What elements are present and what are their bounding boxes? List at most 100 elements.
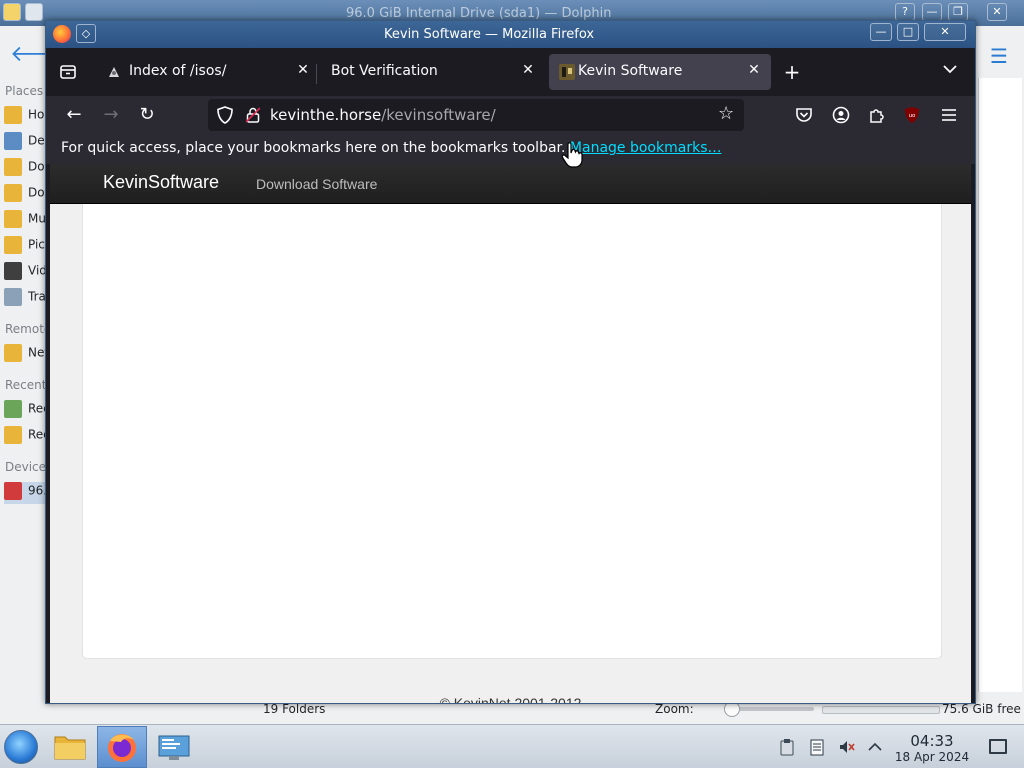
dolphin-help-button[interactable]: ? — [895, 3, 915, 21]
firefox-window: ◇ Kevin Software — Mozilla Firefox — □ ✕… — [45, 20, 976, 704]
firefox-logo-icon — [53, 25, 71, 43]
site-brand[interactable]: KevinSoftware — [103, 172, 219, 193]
place-folder-icon — [4, 482, 22, 500]
places-item-recent-0[interactable]: Recent Files — [4, 400, 48, 422]
tab-label: Bot Verification — [331, 63, 438, 79]
clock-time: 04:33 — [910, 732, 954, 750]
tray-expand-icon[interactable] — [866, 738, 884, 756]
place-folder-icon — [4, 426, 22, 444]
places-item-remote-0[interactable]: Network — [4, 344, 48, 366]
firefox-view-icon[interactable] — [58, 62, 78, 82]
app-menu-icon[interactable] — [937, 103, 961, 127]
place-folder-icon — [4, 210, 22, 228]
dolphin-file-view[interactable] — [978, 78, 1022, 692]
place-folder-icon — [4, 132, 22, 150]
places-item-places-4[interactable]: Music — [4, 210, 48, 232]
tab-kevin-software[interactable]: Kevin Software ✕ — [549, 54, 771, 90]
manage-bookmarks-link[interactable]: Manage bookmarks… — [570, 140, 722, 156]
folder-index-icon — [109, 67, 119, 77]
list-all-tabs-icon[interactable] — [942, 61, 958, 81]
firefox-icon — [108, 734, 136, 762]
dolphin-close-button[interactable]: ✕ — [987, 3, 1007, 21]
svg-text:uo: uo — [909, 113, 916, 119]
kevin-favicon-icon — [559, 64, 575, 80]
place-folder-icon — [4, 236, 22, 254]
settings-monitor-icon — [158, 735, 190, 760]
places-item-places-1[interactable]: Desktop — [4, 132, 48, 154]
notes-icon[interactable] — [808, 738, 826, 756]
account-icon[interactable] — [829, 103, 853, 127]
places-item-places-6[interactable]: Videos — [4, 262, 48, 284]
navigation-toolbar: ← → ↻ kevinthe.horse/kevinsoftware/ ☆ uo — [46, 96, 975, 134]
reload-button[interactable]: ↻ — [135, 103, 159, 127]
place-folder-icon — [4, 106, 22, 124]
dolphin-menu-icon[interactable]: ☰ — [990, 44, 1008, 68]
forward-button[interactable]: → — [99, 103, 123, 127]
place-folder-icon — [4, 288, 22, 306]
bookmarks-prompt-text: For quick access, place your bookmarks h… — [61, 140, 566, 156]
show-desktop-icon[interactable] — [989, 739, 1007, 754]
places-item-places-5[interactable]: Pictures — [4, 236, 48, 258]
taskbar-dolphin[interactable] — [45, 726, 95, 768]
clock[interactable]: 04:33 18 Apr 2024 — [892, 732, 972, 764]
places-item-places-3[interactable]: Downloads — [4, 184, 48, 206]
page-content: KevinSoftware Download Software © KevinN… — [50, 164, 971, 703]
window-close-button[interactable]: ✕ — [924, 23, 966, 41]
tab-close-icon[interactable]: ✕ — [294, 62, 312, 78]
dolphin-pin-icon[interactable] — [25, 3, 43, 21]
ublock-icon[interactable]: uo — [900, 103, 924, 127]
dolphin-minimize-button[interactable]: — — [922, 3, 942, 21]
bookmarks-prompt: For quick access, place your bookmarks h… — [61, 140, 721, 156]
status-zoom-label: Zoom: — [655, 702, 694, 716]
taskbar-firefox[interactable] — [97, 726, 147, 768]
dolphin-app-icon — [3, 3, 21, 21]
places-panel: Places Home Desktop Documents Downloads Musi… — [0, 76, 52, 706]
taskbar-system-settings[interactable] — [149, 726, 199, 768]
bookmark-star-icon[interactable]: ☆ — [718, 103, 734, 124]
places-item-devices-0[interactable]: 96.0 GiB Internal Drive (sda1) — [4, 482, 48, 504]
extensions-icon[interactable] — [865, 103, 889, 127]
tab-strip: Index of /isos/ ✕ Bot Verification ✕ Kev… — [46, 48, 975, 96]
dolphin-title: 96.0 GiB Internal Drive (sda1) — Dolphin — [346, 6, 612, 21]
back-button[interactable]: ← — [62, 103, 86, 127]
bookmarks-toolbar: For quick access, place your bookmarks h… — [46, 134, 975, 164]
url-path: /kevinsoftware/ — [381, 106, 496, 124]
tab-bot-verification[interactable]: Bot Verification ✕ — [321, 54, 546, 90]
places-item-places-0[interactable]: Home — [4, 106, 48, 128]
insecure-lock-icon[interactable] — [246, 107, 260, 123]
tab-close-icon[interactable]: ✕ — [745, 62, 763, 78]
recent-header: Recent — [5, 378, 47, 392]
clipboard-icon[interactable] — [778, 738, 796, 756]
places-item-places-7[interactable]: Trash — [4, 288, 48, 310]
status-free-space: 75.6 GiB free — [942, 702, 1021, 716]
start-menu-button[interactable] — [4, 730, 38, 764]
tab-separator — [316, 64, 317, 84]
place-folder-icon — [4, 184, 22, 202]
site-footer: © KevinNet 2001-2012 — [439, 695, 582, 703]
places-item-places-2[interactable]: Documents — [4, 158, 48, 180]
folder-icon — [54, 736, 86, 760]
tab-index-isos[interactable]: Index of /isos/ ✕ — [96, 54, 321, 90]
volume-muted-icon[interactable] — [838, 738, 856, 756]
window-title: Kevin Software — Mozilla Firefox — [384, 27, 595, 42]
place-folder-icon — [4, 158, 22, 176]
tab-label: Index of /isos/ — [129, 63, 227, 79]
place-folder-icon — [4, 400, 22, 418]
new-tab-button[interactable]: + — [782, 60, 802, 84]
tracking-protection-shield-icon[interactable] — [217, 106, 233, 124]
window-minimize-button[interactable]: — — [870, 23, 892, 41]
site-main-panel — [82, 204, 942, 659]
free-space-bar — [822, 706, 940, 714]
window-maximize-button[interactable]: □ — [897, 23, 919, 41]
nav-download-software-link[interactable]: Download Software — [256, 176, 377, 192]
url-text[interactable]: kevinthe.horse/kevinsoftware/ — [270, 106, 496, 124]
url-host: kevinthe.horse — [270, 106, 382, 124]
pocket-icon[interactable] — [792, 103, 816, 127]
tab-close-icon[interactable]: ✕ — [519, 62, 537, 78]
place-folder-icon — [4, 262, 22, 280]
places-header: Places — [5, 84, 44, 98]
window-pin-button[interactable]: ◇ — [76, 24, 96, 43]
url-bar[interactable]: kevinthe.horse/kevinsoftware/ ☆ — [208, 99, 744, 131]
dolphin-maximize-button[interactable]: ❐ — [948, 3, 968, 21]
places-item-recent-1[interactable]: Recent Locations — [4, 426, 48, 448]
